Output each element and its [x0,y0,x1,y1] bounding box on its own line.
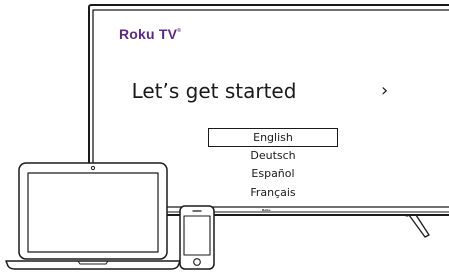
language-option-deutsch[interactable]: Deutsch [208,147,338,166]
tv-stand-right [408,214,430,238]
laptop-camera [90,165,96,171]
phone-home-button [193,258,201,266]
phone-screen [183,215,211,256]
phone [179,205,215,270]
language-option-espanol[interactable]: Español [208,165,338,184]
language-option-francais[interactable]: Français [208,184,338,203]
brand-name: Roku TV [119,26,178,42]
language-list: English Deutsch Español Français [208,128,338,202]
headline-text: Let’s get started [131,79,297,103]
tv-bezel-logo: Roku [262,208,271,212]
laptop-base [5,260,181,270]
illustration: Roku TV® Let’s get started › English Deu… [0,0,449,275]
laptop-screen [27,172,159,253]
registered-mark: ® [177,28,182,34]
language-option-english[interactable]: English [208,128,338,147]
chevron-right-icon[interactable]: › [381,80,388,101]
laptop [5,162,181,270]
roku-tv-logo: Roku TV® [119,26,181,42]
